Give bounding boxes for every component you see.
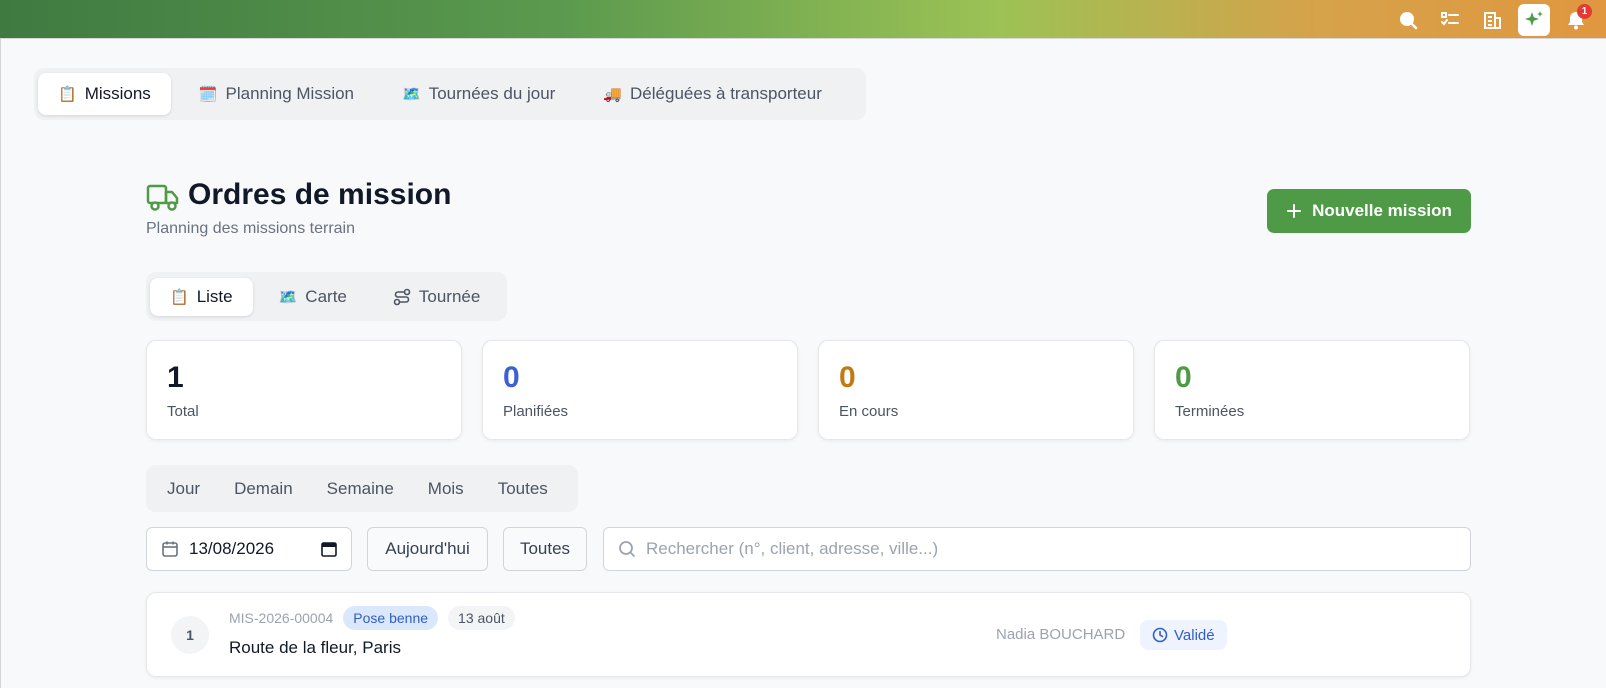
stat-value: 0 [503,361,520,394]
period-tab-demain[interactable]: Demain [217,479,310,499]
mission-index: 1 [171,616,209,654]
status-label: Validé [1174,626,1215,644]
clipboard-icon: 📋 [170,288,189,306]
status-select[interactable]: Toutes [503,527,587,571]
tab-label: Missions [84,84,151,103]
mission-assignee: Nadia BOUCHARD [996,626,1126,643]
mission-meta: MIS-2026-00004 Pose benne 13 août [229,606,515,630]
tab-label: Planning Mission [225,84,355,103]
calendar-picker-icon[interactable] [321,541,337,557]
clock-icon [1152,627,1168,643]
search-icon [619,541,635,557]
mission-reference: MIS-2026-00004 [229,610,334,626]
top-bar: 1 [0,0,1606,39]
calendar-icon [162,541,178,557]
stat-card-total: 1 Total [146,340,462,440]
date-value: 13/08/2026 [189,539,275,558]
period-tab-jour[interactable]: Jour [150,479,217,499]
building-icon[interactable] [1476,4,1508,36]
status-badge: Validé [1140,620,1227,650]
date-field[interactable]: 13/08/2026 [146,527,352,571]
tab-label: Liste [196,286,233,306]
today-button[interactable]: Aujourd'hui [367,527,488,571]
stat-card-terminees: 0 Terminées [1154,340,1470,440]
main-tabs: 📋 Missions 🗓️ Planning Mission 🗺️ Tourné… [34,68,866,120]
tab-tournees-du-jour[interactable]: 🗺️ Tournées du jour [382,73,575,115]
calendar-icon: 🗓️ [198,86,218,103]
search-input[interactable] [646,539,1446,559]
mission-type-badge: Pose benne [343,606,439,630]
new-mission-label: Nouvelle mission [1312,201,1452,220]
tab-deleguees-transporteur[interactable]: 🚚 Déléguées à transporteur [583,73,842,115]
tab-missions[interactable]: 📋 Missions [38,73,171,115]
stat-value: 0 [839,361,856,394]
notification-badge: 1 [1577,4,1592,19]
map-icon: 🗺️ [278,288,298,306]
view-tabs: 📋 Liste 🗺️ Carte Tournée [146,272,507,321]
stat-card-planifiees: 0 Planifiées [482,340,798,440]
search-icon[interactable] [1392,4,1424,36]
map-icon: 🗺️ [402,86,421,103]
tab-liste[interactable]: 📋 Liste [150,277,253,316]
left-border [0,39,1,688]
sparkles-icon[interactable] [1518,4,1550,36]
checklist-icon[interactable] [1434,4,1466,36]
stat-label: Total [167,403,199,420]
page-subtitle: Planning des missions terrain [146,220,355,237]
mission-date-badge: 13 août [448,606,515,630]
stat-label: Planifiées [503,403,569,420]
mission-row[interactable]: 1 MIS-2026-00004 Pose benne 13 août Rout… [146,592,1471,677]
clipboard-icon: 📋 [58,86,77,103]
stat-label: Terminées [1175,403,1245,420]
tab-label: Déléguées à transporteur [630,84,822,103]
tab-label: Carte [305,286,347,306]
period-tab-semaine[interactable]: Semaine [310,479,411,499]
tab-planning-mission[interactable]: 🗓️ Planning Mission [179,73,374,115]
period-tab-toutes[interactable]: Toutes [481,479,565,499]
plus-icon [1287,204,1302,218]
truck-icon: 🚚 [603,86,623,103]
tab-label: Tournée [418,286,481,306]
stat-value: 1 [167,361,184,394]
truck-icon [146,184,179,211]
period-tabs: Jour Demain Semaine Mois Toutes [146,465,578,512]
stat-card-en-cours: 0 En cours [818,340,1134,440]
topbar-icons: 1 [1392,3,1592,37]
bell-icon[interactable]: 1 [1560,4,1592,36]
tab-carte[interactable]: 🗺️ Carte [259,278,367,316]
period-tab-mois[interactable]: Mois [411,479,481,499]
stat-value: 0 [1175,361,1192,394]
search-box [603,527,1471,571]
mission-address: Route de la fleur, Paris [229,638,401,657]
tab-label: Tournées du jour [428,84,556,103]
route-icon [393,288,411,305]
stat-label: En cours [839,403,899,420]
page-title: Ordres de mission [188,178,452,211]
new-mission-button[interactable]: Nouvelle mission [1267,189,1471,233]
tab-tournee[interactable]: Tournée [373,278,500,316]
